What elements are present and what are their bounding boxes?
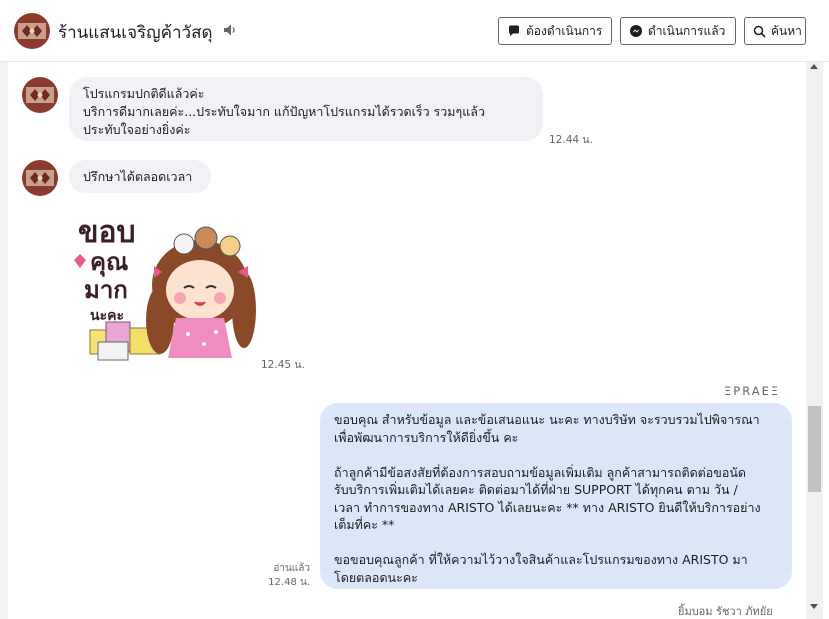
conversation-header: ร้านแสนเจริญค้าวัสดุ ต้องดำเนินการ ดำเนิ…	[0, 0, 829, 62]
scrollbar-thumb[interactable]	[808, 406, 821, 492]
sticker-text: คุณ	[90, 248, 128, 278]
sticker-text: นะคะ	[90, 308, 124, 324]
sender-avatar[interactable]	[22, 160, 58, 196]
read-receipt: อ่านแล้ว 12.48 น.	[258, 562, 310, 590]
search-button-label: ค้นหา	[771, 23, 802, 38]
speaker-icon[interactable]	[222, 22, 238, 38]
todo-button[interactable]: ต้องดำเนินการ	[498, 17, 612, 45]
speech-bubble-icon	[509, 25, 519, 36]
sender-avatar[interactable]	[22, 77, 58, 113]
read-status: อ่านแล้ว	[273, 563, 310, 574]
message-time: 12.44 น.	[549, 134, 593, 146]
scroll-down-arrow-icon[interactable]	[810, 604, 818, 609]
scroll-up-arrow-icon[interactable]	[810, 64, 818, 69]
todo-button-label: ต้องดำเนินการ	[526, 23, 603, 38]
thank-you-sticker[interactable]: ขอบ คุณ มาก นะคะ	[72, 210, 260, 370]
search-button[interactable]: ค้นหา	[744, 17, 806, 45]
search-icon	[753, 25, 766, 38]
sticker-text: มาก	[84, 276, 128, 304]
left-panel-edge	[0, 62, 16, 619]
conversation-title: ร้านแสนเจริญค้าวัสดุ	[58, 23, 213, 43]
outgoing-message[interactable]: ขอบคุณ สำหรับข้อมูล และข้อเสนอแนะ นะคะ ท…	[320, 403, 792, 589]
sender-name: ΞPRAEΞ	[724, 384, 781, 398]
done-button[interactable]: ดำเนินการแล้ว	[620, 17, 736, 45]
messenger-icon	[630, 25, 642, 37]
incoming-message[interactable]: โปรแกรมปกติดีแล้วค่ะ บริการดีมากเลยค่ะ..…	[69, 77, 543, 141]
incoming-message[interactable]: ปรึกษาได้ตลอดเวลา	[69, 160, 211, 193]
sticker-text: ขอบ	[78, 215, 136, 250]
message-time: 12.48 น.	[268, 577, 310, 588]
done-button-label: ดำเนินการแล้ว	[648, 23, 726, 38]
chat-scrollbar[interactable]	[806, 62, 823, 619]
message-time: 12.45 น.	[261, 359, 305, 371]
customer-avatar[interactable]	[14, 13, 50, 49]
message-thread: โปรแกรมปกติดีแล้วค่ะ บริการดีมากเลยค่ะ..…	[8, 62, 806, 619]
next-sender-name-partial: ยิ้มบอม รัชวา ภัทยัย	[678, 605, 773, 618]
